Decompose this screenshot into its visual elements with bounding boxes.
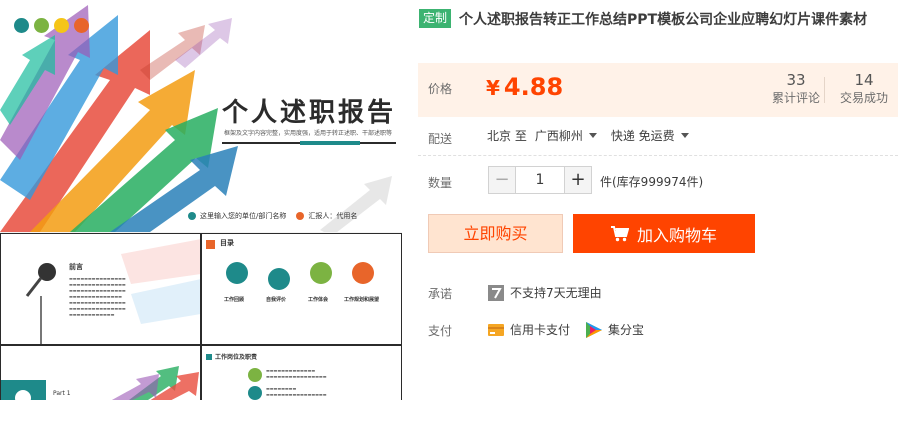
ship-method-select[interactable]: 快递 免运费 [611, 127, 675, 144]
currency-symbol: ¥ [486, 76, 500, 100]
no-return-7-icon [488, 284, 504, 301]
trades-stat[interactable]: 14 交易成功 [836, 71, 892, 107]
cart-icon [610, 225, 629, 241]
contents-slide-thumbnail[interactable]: 目录 工作回顾 自我评价 工作体会 工作规划和展望 [201, 233, 402, 345]
evaluation-circle-icon [268, 268, 290, 290]
contents-heading: 目录 [220, 239, 234, 247]
chevron-down-icon[interactable] [680, 133, 689, 138]
product-page: 个人述职报告 框架及文字内容完整，实用度强，适用于转正述职、干部述职等 这里输入… [0, 0, 908, 421]
orange-dot-icon [74, 18, 89, 33]
cover-footer: 这里输入您的单位/部门名称 汇报人：代用名 [188, 211, 357, 221]
contents-item-4: 工作规划和展望 [344, 297, 380, 303]
yellow-dot-icon [54, 18, 69, 33]
product-title: 个人述职报告转正工作总结PPT模板公司企业应聘幻灯片课件素材 [459, 12, 868, 28]
credit-card-icon [488, 323, 504, 336]
increase-button[interactable]: + [564, 166, 592, 194]
payment-method-jifenbao: 集分宝 [586, 321, 644, 338]
contents-item-1: 工作回顾 [224, 297, 245, 303]
promise-info: 不支持7天无理由 [488, 284, 602, 301]
duties-slide-thumbnail[interactable]: 工作岗位及职责 ▬▬▬▬▬▬▬▬▬▬▬▬▬ ▬▬▬▬▬▬▬▬▬▬▬▬▬▬▬▬ ▬▬▬… [201, 345, 402, 400]
shipping-info: 北京 至 广西柳州 快递 免运费 [487, 127, 703, 144]
quantity-stepper: − 1 + [488, 166, 592, 194]
preface-body-text: ▬▬▬▬▬▬▬▬▬▬▬▬▬▬▬ ▬▬▬▬▬▬▬▬▬▬▬▬▬▬▬ ▬▬▬▬▬▬▬▬▬▬… [69, 276, 126, 317]
part1-heading: Part 1 [53, 390, 71, 397]
price-label: 价格 [428, 82, 453, 96]
step-1-icon [248, 368, 262, 382]
buy-now-button[interactable]: 立即购买 [428, 214, 563, 253]
contents-item-3: 工作体会 [308, 297, 329, 303]
promise-label: 承诺 [428, 287, 453, 301]
promise-text: 不支持7天无理由 [510, 286, 602, 300]
quantity-input[interactable]: 1 [516, 166, 564, 194]
preface-slide-thumbnail[interactable]: 前言 ▬▬▬▬▬▬▬▬▬▬▬▬▬▬▬ ▬▬▬▬▬▬▬▬▬▬▬▬▬▬▬ ▬▬▬▬▬▬▬… [0, 233, 201, 345]
cover-top-icons [14, 18, 89, 33]
ship-destination-select[interactable]: 广西柳州 [535, 127, 583, 144]
contents-marker-icon [206, 240, 215, 249]
location-icon [188, 212, 196, 220]
stat-divider [824, 77, 825, 103]
decrease-button[interactable]: − [488, 166, 516, 194]
duties-body-text: ▬▬▬▬▬▬▬▬▬▬▬▬▬ ▬▬▬▬▬▬▬▬▬▬▬▬▬▬▬▬ ▬▬▬▬▬▬▬▬ ▬▬▬… [266, 368, 327, 397]
custom-tag-badge: 定制 [419, 9, 452, 28]
chevron-down-icon[interactable] [588, 133, 597, 138]
duties-marker-icon [206, 354, 212, 360]
section-divider [418, 155, 898, 156]
planning-circle-icon [352, 262, 374, 284]
mic-icon [296, 212, 305, 220]
part1-graphic [1, 366, 199, 400]
reviews-count: 33 [786, 71, 806, 89]
step-2-icon [248, 386, 262, 400]
trades-count: 14 [854, 71, 874, 89]
stock-info: 件(库存999974件) [600, 175, 704, 189]
contents-item-2: 自我评价 [266, 297, 287, 303]
shipping-label: 配送 [428, 132, 453, 146]
cover-subtitle: 框架及文字内容完整，实用度强，适用于转正述职、干部述职等 [224, 130, 393, 137]
preface-heading: 前言 [69, 263, 83, 271]
cover-slide-image[interactable]: 个人述职报告 框架及文字内容完整，实用度强，适用于转正述职、干部述职等 这里输入… [0, 0, 402, 232]
trades-label: 交易成功 [839, 91, 888, 105]
ship-from: 北京 至 [487, 129, 527, 143]
cover-divider-accent [300, 141, 360, 145]
reviews-label: 累计评论 [771, 91, 820, 105]
cover-unit: 这里输入您的单位/部门名称 [200, 212, 287, 220]
duties-heading: 工作岗位及职责 [215, 354, 258, 361]
teal-dot-icon [14, 18, 29, 33]
product-preview-gallery[interactable]: 个人述职报告 框架及文字内容完整，实用度强，适用于转正述职、干部述职等 这里输入… [0, 0, 402, 400]
price-amount: 4.88 [503, 73, 564, 101]
price-value: ¥4.88 [486, 73, 563, 101]
green-dot-icon [34, 18, 49, 33]
part1-slide-thumbnail[interactable]: Part 1 [0, 345, 201, 400]
credit-card-label: 信用卡支付 [510, 323, 571, 337]
jifenbao-label: 集分宝 [608, 323, 645, 337]
add-to-cart-button[interactable]: 加入购物车 [573, 214, 755, 253]
cover-title: 个人述职报告 [222, 98, 397, 128]
add-to-cart-label: 加入购物车 [636, 225, 717, 245]
quantity-label: 数量 [428, 176, 453, 190]
jifenbao-icon [586, 321, 602, 338]
payment-label: 支付 [428, 324, 453, 338]
cover-reporter: 汇报人：代用名 [308, 212, 358, 220]
payment-method-credit: 信用卡支付 [488, 321, 570, 338]
price-panel: 价格 ¥4.88 33 累计评论 14 交易成功 [418, 63, 898, 117]
reviews-stat[interactable]: 33 累计评论 [768, 71, 824, 107]
review-circle-icon [226, 262, 248, 284]
experience-circle-icon [310, 262, 332, 284]
